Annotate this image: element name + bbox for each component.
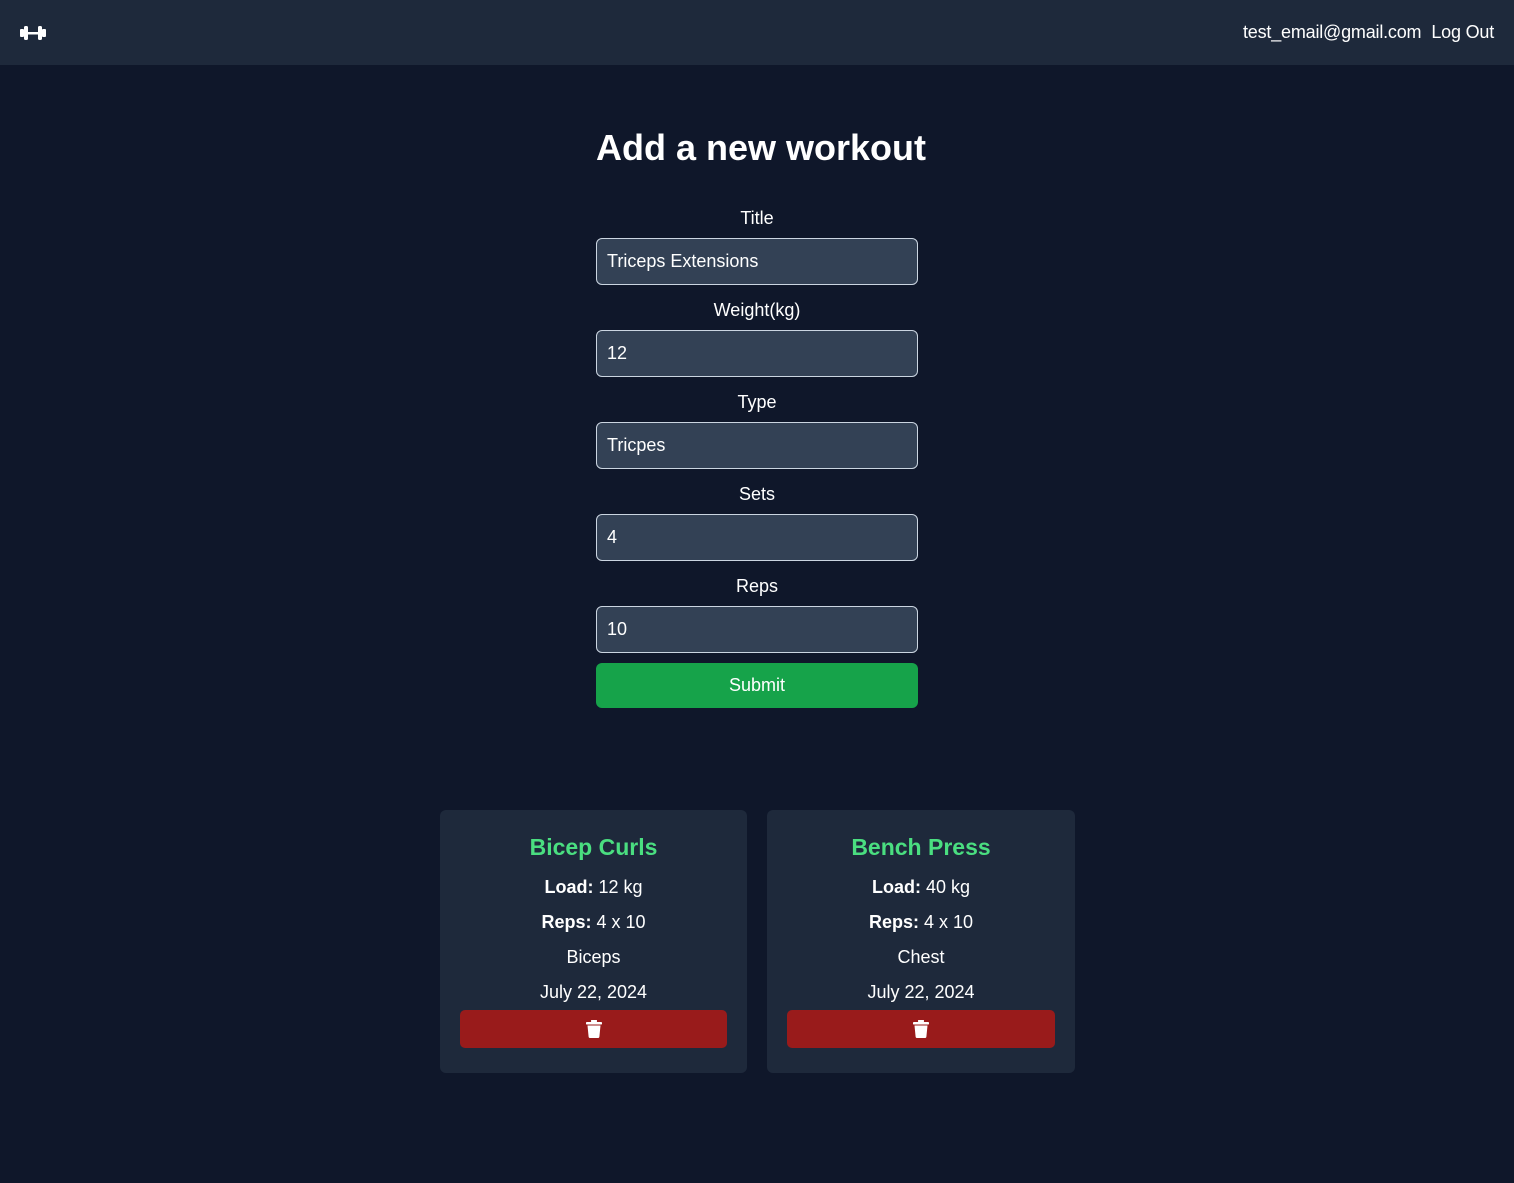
- load-value: 40 kg: [925, 877, 971, 897]
- workout-date: July 22, 2024: [539, 982, 648, 1002]
- reps-label: Reps:: [868, 912, 919, 932]
- trash-icon: [913, 1020, 929, 1038]
- type-input[interactable]: [596, 422, 918, 469]
- user-email: test_email@gmail.com: [1243, 22, 1422, 42]
- workout-title: Bench Press: [851, 834, 991, 860]
- nav-user-area: test_email@gmail.com Log Out: [1243, 22, 1494, 43]
- reps-value: 4 x 10: [923, 912, 974, 932]
- sets-label: Sets: [738, 484, 776, 504]
- sets-input[interactable]: [596, 514, 918, 561]
- dumbbell-icon[interactable]: [20, 23, 46, 43]
- workout-reps: Reps: 4 x 10: [460, 905, 727, 940]
- workout-date: July 22, 2024: [867, 982, 975, 1002]
- load-label: Load:: [871, 877, 921, 897]
- workout-load: Load: 12 kg: [460, 870, 727, 905]
- reps-label: Reps: [735, 576, 779, 596]
- workout-type: Chest: [897, 947, 945, 967]
- weight-label: Weight(kg): [713, 300, 801, 320]
- navbar: test_email@gmail.com Log Out: [0, 0, 1514, 65]
- load-value: 12 kg: [598, 877, 643, 897]
- type-label: Type: [737, 392, 777, 412]
- workout-card: Bench Press Load: 40 kg Reps: 4 x 10 Che…: [767, 810, 1075, 1073]
- title-label: Title: [740, 208, 774, 228]
- reps-value: 4 x 10: [596, 912, 646, 932]
- weight-input[interactable]: [596, 330, 918, 377]
- page-title: Add a new workout: [596, 127, 927, 168]
- title-input[interactable]: [596, 238, 918, 285]
- delete-button[interactable]: [787, 1010, 1055, 1048]
- workout-load: Load: 40 kg: [787, 870, 1055, 905]
- workout-reps: Reps: 4 x 10: [787, 905, 1055, 940]
- workout-list: Bicep Curls Load: 12 kg Reps: 4 x 10 Bic…: [440, 810, 1075, 1073]
- logout-button[interactable]: Log Out: [1431, 22, 1494, 43]
- trash-icon: [585, 1020, 602, 1038]
- workout-type: Biceps: [566, 947, 621, 967]
- load-label: Load:: [544, 877, 594, 897]
- add-workout-form: Add a new workout Title Weight(kg) Type …: [596, 120, 927, 708]
- workout-title: Bicep Curls: [529, 834, 658, 860]
- reps-input[interactable]: [596, 606, 918, 653]
- reps-label: Reps:: [541, 912, 592, 932]
- submit-button[interactable]: Submit: [596, 663, 918, 708]
- delete-button[interactable]: [460, 1010, 727, 1048]
- workout-card: Bicep Curls Load: 12 kg Reps: 4 x 10 Bic…: [440, 810, 747, 1073]
